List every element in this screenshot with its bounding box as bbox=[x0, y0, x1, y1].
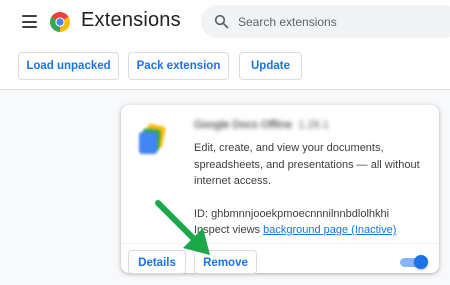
extension-card: Google Docs Offline 1.28.1 Edit, create, … bbox=[121, 105, 439, 274]
inspect-views-label: Inspect views bbox=[194, 224, 264, 236]
extension-enable-toggle[interactable] bbox=[400, 255, 428, 269]
inspect-views: Inspect views background page (Inactive) bbox=[194, 224, 396, 236]
remove-button[interactable]: Remove bbox=[194, 250, 257, 274]
update-button[interactable]: Update bbox=[239, 52, 302, 80]
extension-version: 1.28.1 bbox=[298, 119, 329, 131]
details-button[interactable]: Details bbox=[128, 250, 186, 274]
search-bar[interactable] bbox=[201, 5, 450, 38]
extension-description: Edit, create, and view your documents, s… bbox=[194, 142, 420, 187]
extension-name: Google Docs Offline 1.28.1 bbox=[194, 119, 329, 131]
extensions-list: Google Docs Offline 1.28.1 Edit, create, … bbox=[0, 90, 450, 285]
toggle-knob bbox=[414, 255, 428, 269]
search-icon bbox=[214, 14, 229, 29]
load-unpacked-button[interactable]: Load unpacked bbox=[18, 52, 119, 80]
extension-id-label: ID: bbox=[194, 208, 212, 220]
pack-extension-button[interactable]: Pack extension bbox=[128, 52, 229, 80]
hamburger-menu-icon[interactable] bbox=[22, 15, 37, 28]
search-input[interactable] bbox=[238, 5, 448, 38]
top-bar: Extensions bbox=[0, 0, 450, 44]
extension-name-text: Google Docs Offline bbox=[194, 119, 293, 131]
developer-toolbar: Load unpacked Pack extension Update bbox=[0, 44, 450, 90]
page-title: Extensions bbox=[81, 9, 181, 31]
extension-id: ID: ghbmnnjooekpmoecnnnilnnbdlolhkhi bbox=[194, 208, 389, 220]
chrome-logo-icon bbox=[50, 12, 70, 32]
extension-logo-icon bbox=[139, 123, 166, 154]
background-page-link[interactable]: background page (Inactive) bbox=[263, 224, 396, 236]
card-divider bbox=[121, 243, 439, 244]
extension-id-value: ghbmnnjooekpmoecnnnilnnbdlolhkhi bbox=[211, 208, 390, 220]
